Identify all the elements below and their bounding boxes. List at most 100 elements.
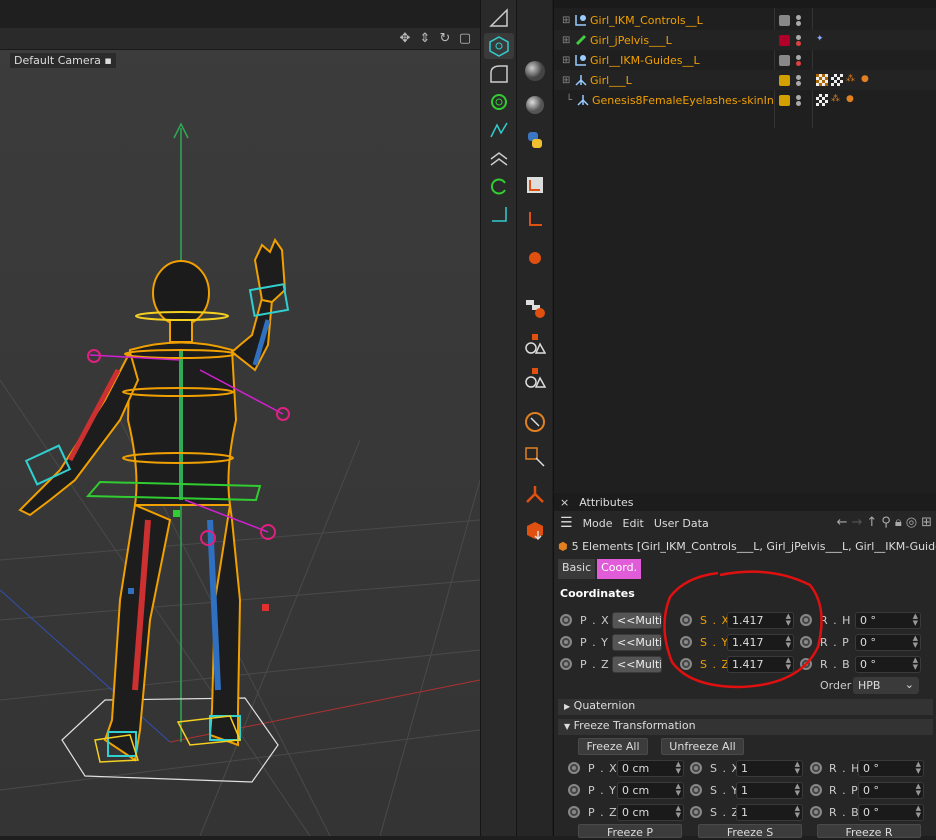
freeze-rotation-p-field[interactable]: 0 ° ▲ ▼ [858,782,924,799]
rotate-tool-icon[interactable] [484,173,514,199]
freeze-all-button[interactable]: Freeze All [578,738,648,755]
object-row[interactable]: ⊞ Girl___L ⁂ ● [554,70,936,90]
animate-radio[interactable] [810,806,822,818]
rotation-p-field[interactable]: 0 ° ▲ ▼ [855,634,921,651]
stepper-icon[interactable]: ▲ ▼ [913,635,918,649]
axis-l-icon[interactable] [520,206,550,232]
stepper-icon[interactable]: ▲ ▼ [676,783,681,797]
animate-radio[interactable] [568,784,580,796]
menu-mode[interactable]: Mode [583,517,613,530]
stepper-icon[interactable]: ▲ ▼ [913,657,918,671]
stepper-icon[interactable]: ▲ ▼ [676,761,681,775]
checker-tag-icon[interactable] [816,74,828,86]
scale-z-field[interactable]: 1.417 ▲ ▼ [727,656,794,673]
object-name[interactable]: Girl_jPelvis___L [590,34,774,47]
checker-tag-icon[interactable] [816,94,828,106]
layer-color-swatch[interactable] [779,74,790,86]
animate-radio[interactable] [560,614,572,626]
animate-radio[interactable] [810,762,822,774]
coordinate-system-icon[interactable] [520,172,550,198]
visibility-dots[interactable] [796,34,802,47]
object-name[interactable]: Girl___L [590,74,774,87]
chevron-tool-icon[interactable] [484,145,514,171]
material-sphere-icon[interactable] [520,54,550,88]
lock-icon[interactable]: 🔒︎ [895,515,902,530]
layer-color-swatch[interactable] [779,54,790,66]
position-x-field[interactable]: <<Multipl [612,612,662,629]
freeze-position-x-field[interactable]: 0 cm ▲ ▼ [617,760,684,777]
shader-sphere-icon[interactable] [520,90,550,120]
rotation-h-field[interactable]: 0 ° ▲ ▼ [855,612,921,629]
polygon-tool-icon[interactable] [484,33,514,59]
stepper-icon[interactable]: ▲ ▼ [916,805,921,819]
freeze-scale-x-field[interactable]: 1 ▲ ▼ [736,760,803,777]
corner-tool-icon[interactable] [484,201,514,227]
joint-tag-icon[interactable]: ● [861,74,873,86]
bezier-tool-icon[interactable] [484,117,514,143]
menu-edit[interactable]: Edit [623,517,644,530]
freeze-transformation-group[interactable]: ▼ Freeze Transformation [558,719,933,735]
animate-radio[interactable] [810,784,822,796]
animate-radio[interactable] [680,636,692,648]
freeze-rotation-b-field[interactable]: 0 ° ▲ ▼ [858,804,924,821]
point-snap-icon[interactable] [520,245,550,271]
scale-x-field[interactable]: 1.417 ▲ ▼ [727,612,794,629]
freeze-position-y-field[interactable]: 0 cm ▲ ▼ [617,782,684,799]
freeze-scale-y-field[interactable]: 1 ▲ ▼ [736,782,803,799]
menu-user-data[interactable]: User Data [654,517,709,530]
hierarchy-snap-icon[interactable] [520,292,550,324]
rotation-b-field[interactable]: 0 ° ▲ ▼ [855,656,921,673]
stepper-icon[interactable]: ▲ ▼ [795,761,800,775]
stepper-icon[interactable]: ▲ ▼ [795,805,800,819]
visibility-dots[interactable] [796,94,802,107]
animate-radio[interactable] [568,806,580,818]
checker-tag-icon[interactable] [831,74,843,86]
expand-icon[interactable]: ⊞ [562,75,570,86]
animate-radio[interactable] [560,658,572,670]
visibility-dots[interactable] [796,14,802,27]
object-row[interactable]: ⊞ Girl__IKM-Guides__L [554,50,936,70]
stepper-icon[interactable]: ▲ ▼ [786,613,791,627]
object-name[interactable]: Genesis8FemaleEyelashes-skinInstanc [592,94,774,107]
expand-icon[interactable]: ⊞ [562,15,570,26]
expand-icon[interactable]: └ [566,95,572,106]
stepper-icon[interactable]: ▲ ▼ [916,783,921,797]
visibility-dots[interactable] [796,74,802,87]
stepper-icon[interactable]: ▲ ▼ [916,761,921,775]
animate-radio[interactable] [690,762,702,774]
tab-coord[interactable]: Coord. [597,559,642,579]
animate-radio[interactable] [800,658,812,670]
freeze-scale-z-field[interactable]: 1 ▲ ▼ [736,804,803,821]
stepper-icon[interactable]: ▲ ▼ [795,783,800,797]
quaternion-group[interactable]: ▶ Quaternion [558,699,933,715]
object-name[interactable]: Girl_IKM_Controls__L [590,14,774,27]
animate-radio[interactable] [560,636,572,648]
layer-color-swatch[interactable] [779,94,790,106]
animate-radio[interactable] [568,762,580,774]
freeze-rotation-h-field[interactable]: 0 ° ▲ ▼ [858,760,924,777]
layer-color-swatch[interactable] [779,34,790,46]
object-row[interactable]: ⊞ Girl_IKM_Controls__L [554,10,936,30]
forward-arrow-icon[interactable]: → [851,515,862,530]
remove-shape-icon[interactable] [520,362,550,394]
layer-color-swatch[interactable] [779,14,790,26]
animate-radio[interactable] [690,784,702,796]
stepper-icon[interactable]: ▲ ▼ [786,635,791,649]
object-name[interactable]: Girl__IKM-Guides__L [590,54,774,67]
pose-tag-icon[interactable]: ✦ [816,34,828,46]
position-z-field[interactable]: <<Multipl [612,656,662,673]
close-icon[interactable]: × [560,496,569,509]
bake-object-icon[interactable] [520,515,550,545]
back-arrow-icon[interactable]: ← [837,515,848,530]
animate-radio[interactable] [690,806,702,818]
object-row[interactable]: ⊞ Girl_jPelvis___L ✦ [554,30,936,50]
unfreeze-all-button[interactable]: Unfreeze All [661,738,744,755]
joint-tag-icon[interactable]: ⁂ [846,74,858,86]
expand-icon[interactable]: ⊞ [562,35,570,46]
spline-pen-tool-icon[interactable] [484,5,514,31]
visibility-dots[interactable] [796,54,802,67]
viewport[interactable]: ✥ ⇕ ↻ ▢ Default Camera ▪ [0,0,480,836]
python-icon[interactable] [520,127,550,153]
animate-radio[interactable] [800,636,812,648]
stepper-icon[interactable]: ▲ ▼ [786,657,791,671]
